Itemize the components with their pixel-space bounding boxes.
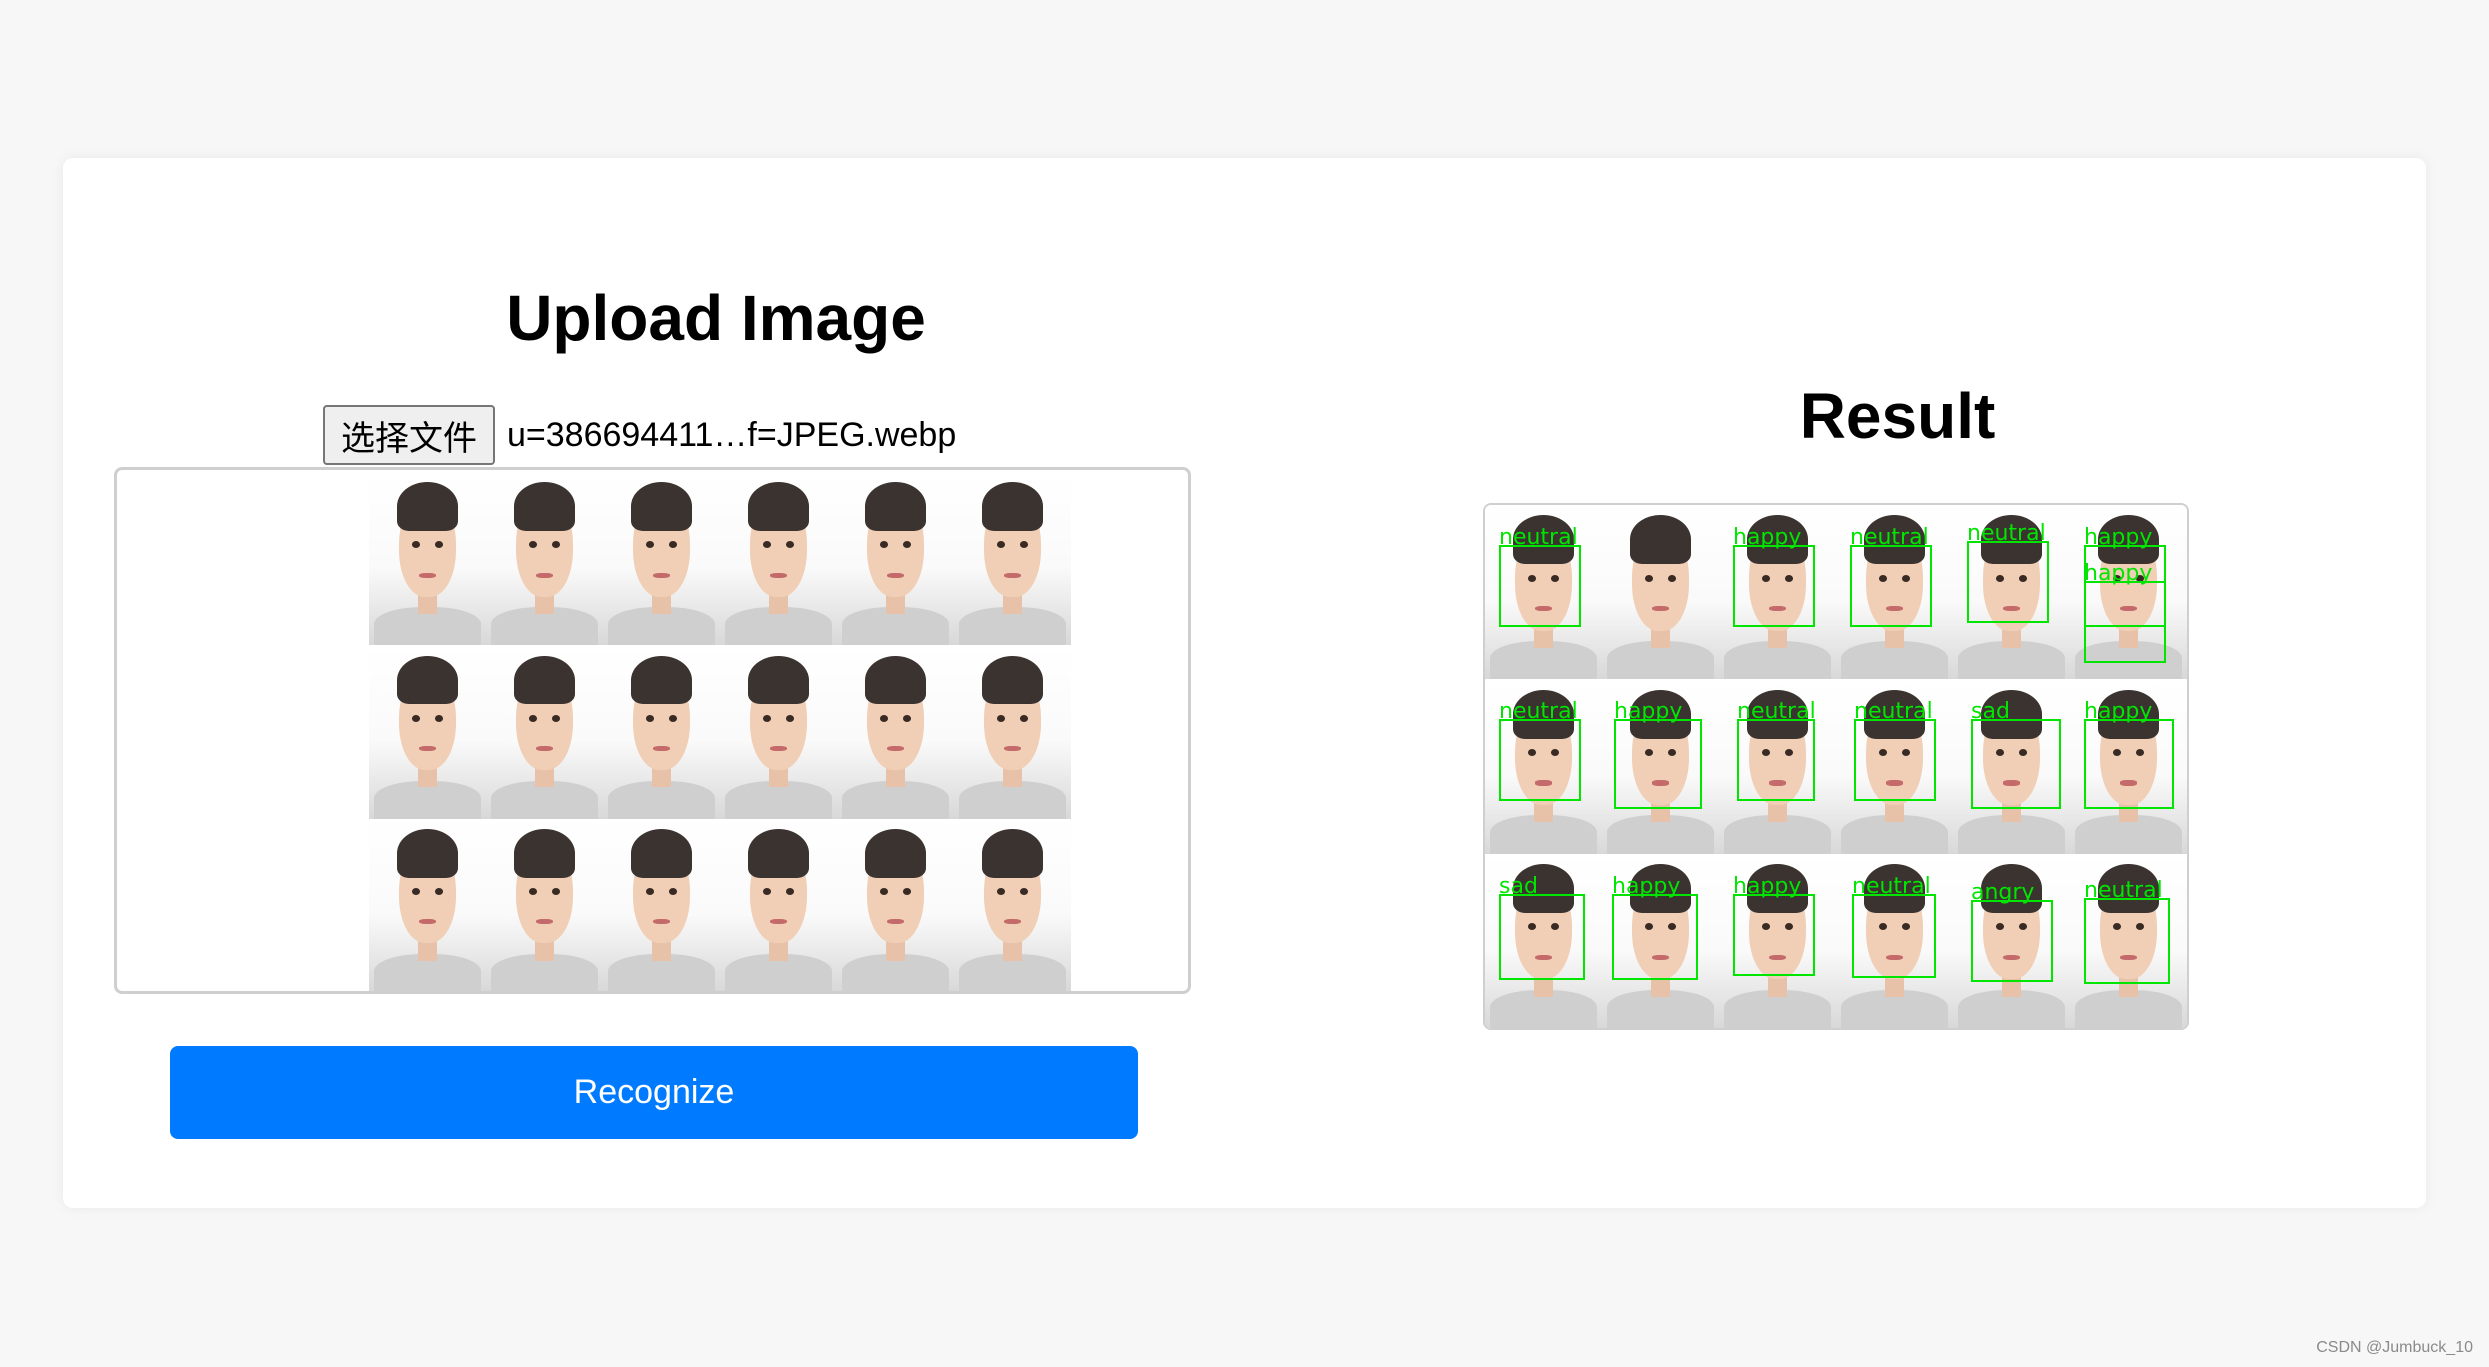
preview-face-12 (954, 645, 1071, 819)
preview-face-16 (720, 818, 837, 991)
preview-face-7 (369, 645, 486, 819)
image-preview (114, 467, 1191, 994)
detection-label: sad (1499, 873, 1538, 899)
detection-box (2084, 897, 2170, 984)
detection-box (2084, 719, 2174, 810)
preview-face-10 (720, 645, 837, 819)
preview-face-13 (369, 818, 486, 991)
detection-box (1737, 719, 1815, 802)
detection-label: happy (1733, 525, 1802, 550)
detection-box (1850, 545, 1932, 627)
detection-label: neutral (1967, 521, 2046, 546)
watermark: CSDN @Jumbuck_10 (2316, 1339, 2473, 1356)
result-image-grid (1485, 505, 2187, 1028)
choose-file-button[interactable]: 选择文件 (323, 405, 495, 465)
detection-box (1854, 719, 1936, 802)
detection-label: neutral (2084, 877, 2163, 903)
detection-box (1499, 545, 1581, 627)
detection-label: happy (2084, 561, 2153, 586)
detection-box (1967, 541, 2049, 623)
preview-face-4 (720, 472, 837, 646)
file-input[interactable]: 选择文件 u=386694411…f=JPEG.webp (323, 404, 956, 466)
detection-label: happy (2084, 699, 2153, 725)
detection-label: neutral (1850, 525, 1929, 550)
detection-box (1733, 893, 1815, 976)
detection-label: neutral (1854, 699, 1933, 725)
recognize-button[interactable]: Recognize (170, 1046, 1138, 1139)
selected-file-name: u=386694411…f=JPEG.webp (507, 415, 957, 454)
detection-label: happy (1614, 699, 1683, 725)
result-title: Result (1799, 380, 1996, 452)
detection-label: happy (1733, 873, 1802, 899)
preview-face-18 (954, 818, 1071, 991)
preview-face-5 (837, 472, 954, 646)
upload-title: Upload Image (506, 282, 926, 354)
preview-face-9 (603, 645, 720, 819)
detection-label: happy (1612, 873, 1681, 899)
detection-label: sad (1971, 699, 2010, 725)
detection-box (1971, 719, 2061, 810)
detection-box (1733, 545, 1815, 627)
detection-box (1612, 893, 1698, 980)
preview-face-1 (369, 472, 486, 646)
preview-face-6 (954, 472, 1071, 646)
result-face-2 (1602, 505, 1719, 680)
detection-box (1852, 893, 1936, 978)
detection-label: angry (1971, 879, 2035, 905)
preview-face-8 (486, 645, 603, 819)
detection-label: neutral (1737, 699, 1816, 725)
detection-label: happy (2084, 525, 2153, 550)
detection-box (1614, 719, 1702, 810)
preview-face-11 (837, 645, 954, 819)
preview-face-14 (486, 818, 603, 991)
detection-box (2084, 581, 2166, 663)
preview-image (369, 472, 1071, 991)
detection-label: neutral (1499, 525, 1578, 550)
detection-box (1499, 893, 1585, 980)
preview-face-2 (486, 472, 603, 646)
detection-box (1499, 719, 1581, 802)
result-image: neutral happy neutral neutral happy happy neut… (1483, 503, 2189, 1030)
detection-box (1971, 899, 2053, 982)
detection-label: neutral (1852, 873, 1931, 899)
preview-face-17 (837, 818, 954, 991)
preview-face-3 (603, 472, 720, 646)
detection-label: neutral (1499, 699, 1578, 725)
preview-face-15 (603, 818, 720, 991)
main-card: Upload Image 选择文件 u=386694411…f=JPEG.web… (63, 158, 2426, 1208)
